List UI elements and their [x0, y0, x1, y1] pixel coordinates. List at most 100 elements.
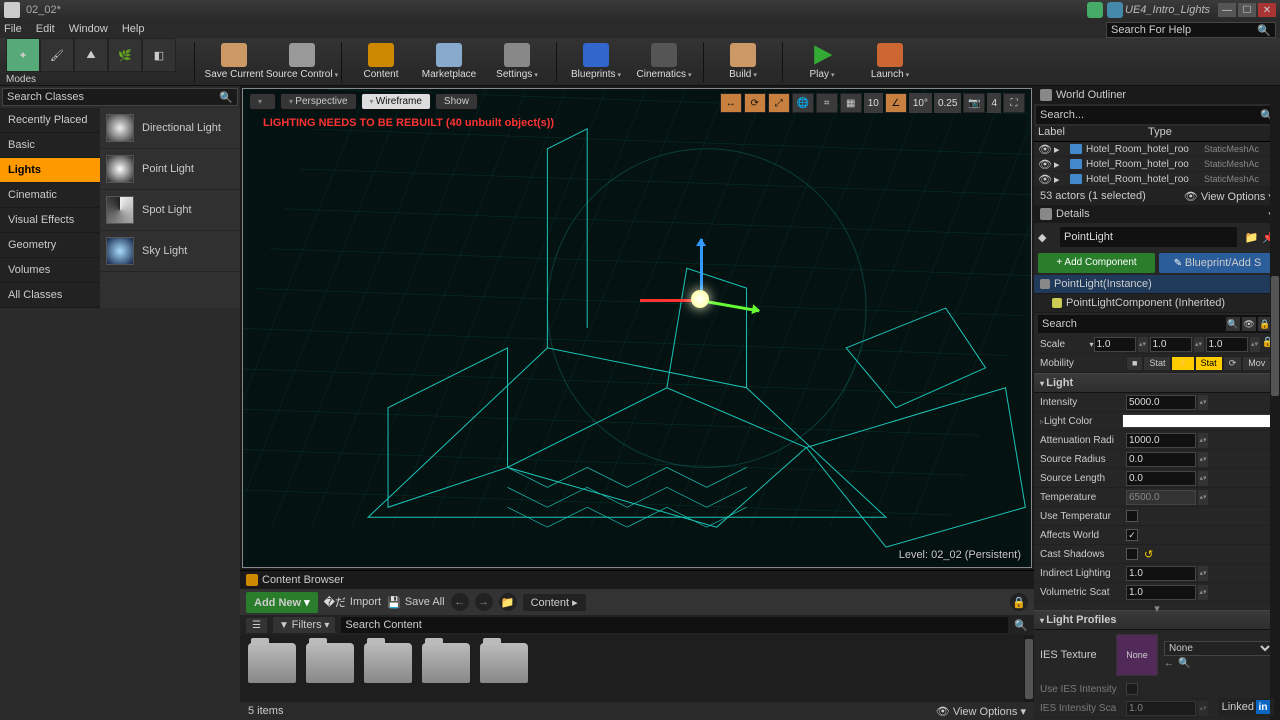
- perspective-button[interactable]: Perspective: [280, 93, 357, 110]
- browse-icon[interactable]: 📁: [1245, 231, 1259, 244]
- marketplace-button[interactable]: Marketplace: [416, 39, 482, 85]
- cast-shadows-checkbox[interactable]: [1126, 548, 1138, 560]
- world-outliner-tab[interactable]: World Outliner: [1034, 86, 1280, 104]
- asset-grid[interactable]: [240, 635, 1034, 702]
- wireframe-button[interactable]: Wireframe: [361, 93, 431, 110]
- outliner-row[interactable]: 👁▸Hotel_Room_hotel_rooStaticMeshAc: [1034, 172, 1280, 187]
- menu-file[interactable]: File: [4, 23, 22, 35]
- view-options-button[interactable]: 👁 View Options ▾: [936, 705, 1026, 718]
- mode-geometry-button[interactable]: ◧: [142, 38, 176, 72]
- folder-item[interactable]: [248, 643, 296, 683]
- component-child[interactable]: PointLightComponent (Inherited): [1034, 294, 1280, 313]
- angle-snap-button[interactable]: ∠: [885, 93, 907, 113]
- light-point[interactable]: Point Light: [100, 149, 240, 190]
- camera-speed-button[interactable]: 📷: [963, 93, 985, 113]
- ies-texture-select[interactable]: None: [1164, 641, 1274, 656]
- cat-basic[interactable]: Basic: [0, 133, 100, 158]
- outliner-view-options[interactable]: 👁 View Options ▾: [1184, 190, 1274, 203]
- outliner-search[interactable]: Search...🔍: [1036, 106, 1278, 124]
- scale-y-input[interactable]: [1150, 337, 1192, 352]
- content-search-input[interactable]: Search Content: [341, 617, 1008, 633]
- grid-snap-button[interactable]: ▦: [840, 93, 862, 113]
- mobility-toggle[interactable]: ■Stat⚡Stat⟳Mov: [1126, 356, 1274, 371]
- help-search[interactable]: Search For Help 🔍: [1106, 22, 1276, 38]
- mode-place-button[interactable]: ✦: [6, 38, 40, 72]
- mode-foliage-button[interactable]: 🌿: [108, 38, 142, 72]
- cat-geometry[interactable]: Geometry: [0, 233, 100, 258]
- menu-edit[interactable]: Edit: [36, 23, 55, 35]
- folder-item[interactable]: [306, 643, 354, 683]
- menu-help[interactable]: Help: [122, 23, 145, 35]
- content-browser-tab[interactable]: Content Browser: [240, 571, 1034, 589]
- grid-snap-value[interactable]: 10: [864, 93, 883, 113]
- angle-snap-value[interactable]: 10°: [909, 93, 932, 113]
- mode-paint-button[interactable]: 🖌: [40, 38, 74, 72]
- expand-icon[interactable]: ▾: [1034, 602, 1280, 610]
- transform-scale-button[interactable]: ⤢: [768, 93, 790, 113]
- source-length-input[interactable]: [1126, 471, 1196, 486]
- filter-icon[interactable]: 👁: [1242, 317, 1256, 331]
- save-current-button[interactable]: Save Current: [201, 39, 267, 85]
- sync-icon[interactable]: [1107, 2, 1123, 18]
- details-scrollbar[interactable]: [1270, 86, 1280, 720]
- cloud-icon[interactable]: [1087, 2, 1103, 18]
- outliner-row[interactable]: 👁▸Hotel_Room_hotel_rooStaticMeshAc: [1034, 142, 1280, 157]
- nav-forward-button[interactable]: →: [475, 593, 493, 611]
- actor-name-input[interactable]: [1064, 231, 1233, 243]
- volumetric-input[interactable]: [1126, 585, 1196, 600]
- filters-button[interactable]: ▼ Filters ▾: [273, 617, 335, 633]
- play-button[interactable]: Play: [789, 39, 855, 85]
- reset-icon[interactable]: ↺: [1144, 548, 1153, 561]
- scrollbar[interactable]: [1024, 635, 1034, 702]
- maximize-viewport-button[interactable]: ⛶: [1003, 93, 1025, 113]
- content-button[interactable]: Content: [348, 39, 414, 85]
- use-asset-icon[interactable]: ←: [1164, 658, 1174, 669]
- maximize-button[interactable]: ☐: [1238, 3, 1256, 17]
- category-light[interactable]: Light: [1034, 373, 1280, 393]
- visibility-icon[interactable]: 👁: [1038, 173, 1050, 186]
- add-new-button[interactable]: Add New ▾: [246, 592, 318, 613]
- close-button[interactable]: ✕: [1258, 3, 1276, 17]
- minimize-button[interactable]: —: [1218, 3, 1236, 17]
- cat-volumes[interactable]: Volumes: [0, 258, 100, 283]
- coord-space-button[interactable]: 🌐: [792, 93, 814, 113]
- surface-snap-button[interactable]: ⌗: [816, 93, 838, 113]
- viewport[interactable]: Perspective Wireframe Show ↔ ⟳ ⤢ 🌐 ⌗ ▦ 1…: [242, 88, 1032, 568]
- attenuation-input[interactable]: [1126, 433, 1196, 448]
- visibility-icon[interactable]: 👁: [1038, 143, 1050, 156]
- save-all-button[interactable]: 💾 Save All: [387, 596, 444, 609]
- light-sky[interactable]: Sky Light: [100, 231, 240, 272]
- settings-button[interactable]: Settings: [484, 39, 550, 85]
- source-control-button[interactable]: Source Control: [269, 39, 335, 85]
- use-temperature-checkbox[interactable]: [1126, 510, 1138, 522]
- browse-asset-icon[interactable]: 🔍: [1178, 658, 1190, 669]
- cat-cinematic[interactable]: Cinematic: [0, 183, 100, 208]
- light-color-swatch[interactable]: [1122, 414, 1274, 428]
- component-root[interactable]: PointLight(Instance): [1034, 275, 1280, 294]
- intensity-input[interactable]: [1126, 395, 1196, 410]
- transform-rotate-button[interactable]: ⟳: [744, 93, 766, 113]
- add-component-button[interactable]: + Add Component: [1038, 253, 1155, 273]
- indirect-lighting-input[interactable]: [1126, 566, 1196, 581]
- blueprint-add-button[interactable]: ✎ Blueprint/Add S: [1159, 253, 1276, 273]
- cat-lights[interactable]: Lights: [0, 158, 100, 183]
- scale-x-input[interactable]: [1094, 337, 1136, 352]
- menu-window[interactable]: Window: [69, 23, 108, 35]
- ies-thumbnail[interactable]: None: [1116, 634, 1158, 676]
- path-picker-button[interactable]: 📁: [499, 593, 517, 611]
- sources-toggle[interactable]: ☰: [246, 618, 267, 633]
- cat-recently-placed[interactable]: Recently Placed: [0, 108, 100, 133]
- scale-z-input[interactable]: [1206, 337, 1248, 352]
- outliner-row[interactable]: 👁▸Hotel_Room_hotel_rooStaticMeshAc: [1034, 157, 1280, 172]
- camera-speed-value[interactable]: 4: [987, 93, 1001, 113]
- cinematics-button[interactable]: Cinematics: [631, 39, 697, 85]
- scale-snap-value[interactable]: 0.25: [934, 93, 961, 113]
- folder-item[interactable]: [364, 643, 412, 683]
- cat-visual-effects[interactable]: Visual Effects: [0, 208, 100, 233]
- light-spot[interactable]: Spot Light: [100, 190, 240, 231]
- folder-item[interactable]: [422, 643, 470, 683]
- folder-item[interactable]: [480, 643, 528, 683]
- source-radius-input[interactable]: [1126, 452, 1196, 467]
- viewport-options-button[interactable]: [249, 93, 276, 110]
- details-tab[interactable]: Details▾: [1034, 205, 1280, 223]
